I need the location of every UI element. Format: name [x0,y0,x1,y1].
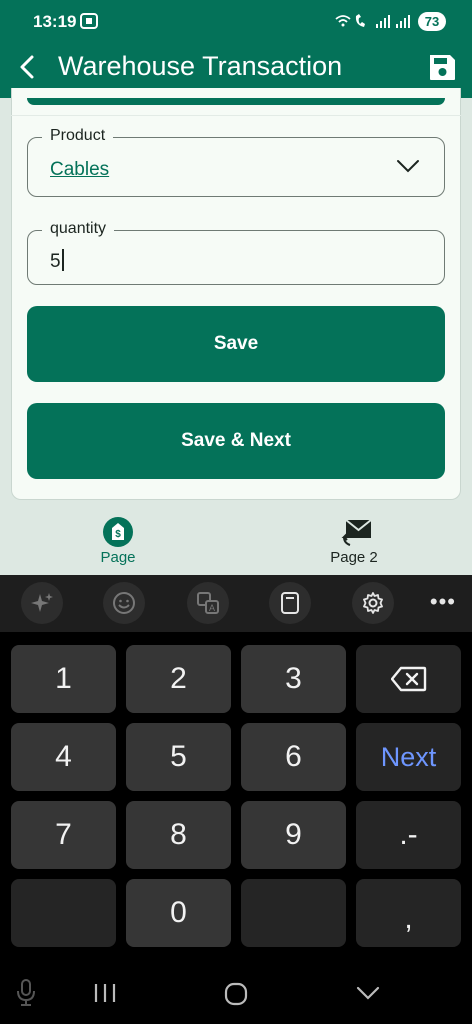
translate-icon: A [197,592,219,614]
key-backspace[interactable] [356,645,461,713]
mail-reply-icon [341,519,372,546]
quantity-label: quantity [42,220,115,238]
form-content: Product Cables quantity 5 Save Save & Ne… [0,88,472,575]
battery-indicator: 73 [418,12,446,31]
product-value[interactable]: Cables [50,159,109,181]
app-header: 13:19 73 Warehouse Transaction [0,0,472,98]
key-5[interactable]: 5 [126,723,231,791]
bottom-navigation: $ Page Page 2 [0,500,472,575]
key-blank-right [241,879,346,947]
save-next-button[interactable]: Save & Next [27,403,445,479]
key-8[interactable]: 8 [126,801,231,869]
numeric-keyboard: 1 2 3 4 5 6 Next 7 8 9 .- 0 , [0,632,472,962]
save-icon-button[interactable] [426,50,458,84]
keyboard-toolbar: A ••• [0,575,472,632]
clipboard-icon [281,592,299,614]
keyboard-settings-button[interactable] [352,582,394,624]
previous-field-edge [27,98,445,105]
status-bar: 13:19 73 [0,0,472,44]
emoji-button[interactable] [103,582,145,624]
sparkle-icon [31,593,53,612]
page-title: Warehouse Transaction [58,51,343,81]
key-blank-left [11,879,116,947]
text-cursor [61,249,64,271]
nav-item-page-2[interactable]: Page 2 [254,500,454,575]
floppy-disk-icon [430,55,455,80]
svg-text:$: $ [115,529,121,540]
home-icon[interactable] [224,982,248,1006]
key-7[interactable]: 7 [11,801,116,869]
gear-icon [363,592,383,614]
key-6[interactable]: 6 [241,723,346,791]
nav-label-page-2: Page 2 [330,549,378,566]
key-2[interactable]: 2 [126,645,231,713]
product-dropdown[interactable]: Product Cables [27,127,445,197]
microphone-icon[interactable] [14,978,38,1008]
emoji-icon [113,592,135,614]
quantity-field[interactable]: quantity 5 [27,220,445,285]
back-button[interactable] [12,50,44,86]
save-button[interactable]: Save [27,306,445,382]
key-3[interactable]: 3 [241,645,346,713]
key-4[interactable]: 4 [11,723,116,791]
hide-keyboard-icon[interactable] [355,983,381,1003]
recent-apps-icon[interactable] [92,982,118,1004]
key-comma[interactable]: , [356,879,461,947]
more-options-icon[interactable]: ••• [430,589,456,615]
screenshot-icon [80,13,98,29]
product-label: Product [42,127,114,145]
clipboard-button[interactable] [269,582,311,624]
translate-button[interactable]: A [187,582,229,624]
quantity-text: 5 [50,251,61,272]
key-9[interactable]: 9 [241,801,346,869]
key-decimal-minus[interactable]: .- [356,801,461,869]
arrow-back-icon [20,55,34,79]
key-0[interactable]: 0 [126,879,231,947]
nav-item-page[interactable]: $ Page [18,500,218,575]
nav-label-page: Page [100,549,136,566]
status-time: 13:19 [33,12,77,31]
key-1[interactable]: 1 [11,645,116,713]
svg-text:A: A [209,603,215,613]
divider [11,115,461,116]
key-next[interactable]: Next [356,723,461,791]
dollar-circle-icon: $ [103,517,133,547]
signal-icons [335,14,410,28]
ai-sparkle-button[interactable] [21,582,63,624]
system-navigation-bar [0,962,472,1024]
quantity-input-value[interactable]: 5 [50,249,64,273]
backspace-icon [390,666,426,692]
chevron-down-icon [397,160,419,173]
